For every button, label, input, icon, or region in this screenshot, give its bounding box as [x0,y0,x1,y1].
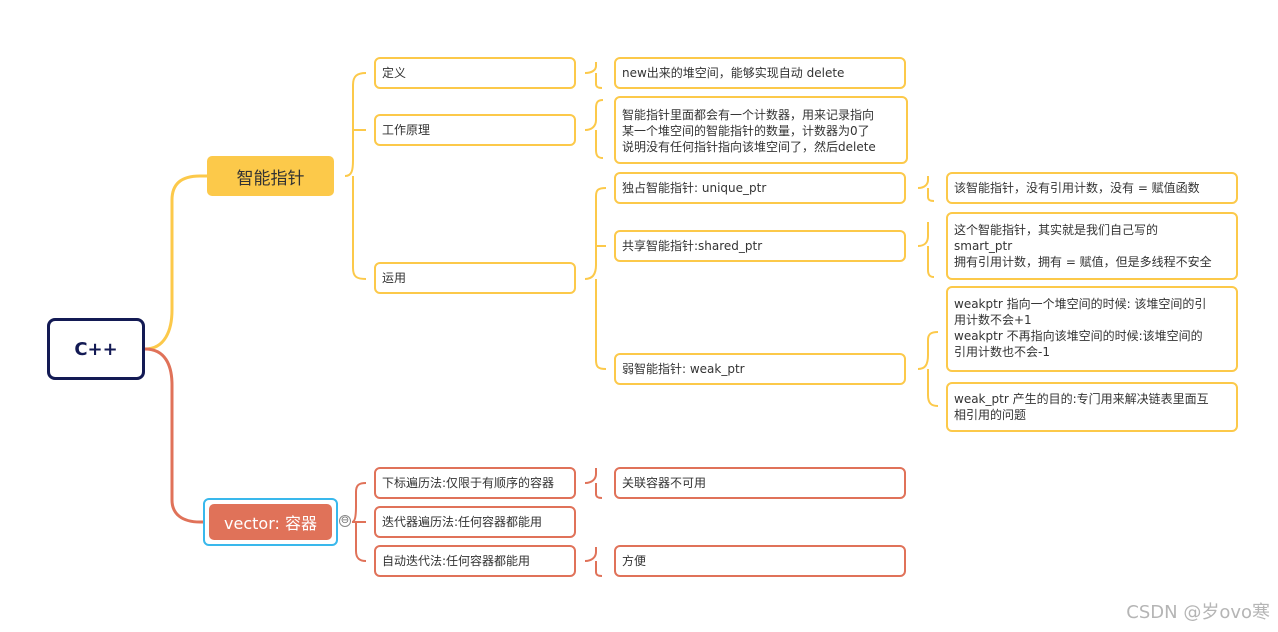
node-principle-detail[interactable]: 智能指针里面都会有一个计数器，用来记录指向 某一个堆空间的智能指针的数量，计数器… [614,96,908,164]
node-usage[interactable]: 运用 [374,262,576,294]
node-auto-iteration-detail-text: 方便 [622,554,647,568]
collapse-toggle-icon[interactable]: ⊖ [339,515,351,527]
node-index-traversal[interactable]: 下标遍历法:仅限于有顺序的容器 [374,467,576,499]
node-definition-label: 定义 [382,66,407,80]
connector-root-smart [144,174,207,351]
branch-smart-label: 智能指针 [236,168,305,189]
node-weak-ptr[interactable]: 弱智能指针: weak_ptr [614,353,906,385]
node-auto-iteration[interactable]: 自动迭代法:任何容器都能用 [374,545,576,577]
branch-vector[interactable]: vector: 容器 [209,504,332,540]
node-principle-label: 工作原理 [382,123,431,137]
node-iterator-traversal-label: 迭代器遍历法:任何容器都能用 [382,515,543,529]
node-iterator-traversal[interactable]: 迭代器遍历法:任何容器都能用 [374,506,576,538]
node-weak-ptr-detail-1-text: weakptr 指向一个堆空间的时候: 该堆空间的引 用计数不会+1 weakp… [954,297,1207,359]
branch-vector-selected[interactable]: vector: 容器 [203,498,338,546]
node-index-traversal-label: 下标遍历法:仅限于有顺序的容器 [382,476,555,490]
node-index-traversal-detail[interactable]: 关联容器不可用 [614,467,906,499]
node-definition-detail-text: new出来的堆空间，能够实现自动 delete [622,66,845,80]
node-principle[interactable]: 工作原理 [374,114,576,146]
node-weak-ptr-label: 弱智能指针: weak_ptr [622,362,745,376]
root-label: C++ [74,338,118,360]
node-unique-ptr-label: 独占智能指针: unique_ptr [622,181,767,195]
node-auto-iteration-detail[interactable]: 方便 [614,545,906,577]
branch-vector-label: vector: 容器 [224,514,317,533]
node-shared-ptr-label: 共享智能指针:shared_ptr [622,239,763,253]
node-shared-ptr-detail[interactable]: 这个智能指针，其实就是我们自己写的 smart_ptr 拥有引用计数，拥有 = … [946,212,1238,280]
node-principle-detail-text: 智能指针里面都会有一个计数器，用来记录指向 某一个堆空间的智能指针的数量，计数器… [622,108,876,154]
node-shared-ptr[interactable]: 共享智能指针:shared_ptr [614,230,906,262]
root-node[interactable]: C++ [47,318,145,380]
node-unique-ptr-detail-text: 该智能指针，没有引用计数，没有 = 赋值函数 [954,181,1200,195]
node-auto-iteration-label: 自动迭代法:任何容器都能用 [382,554,531,568]
branch-smart-pointer[interactable]: 智能指针 [207,156,334,196]
node-weak-ptr-detail-1[interactable]: weakptr 指向一个堆空间的时候: 该堆空间的引 用计数不会+1 weakp… [946,286,1238,372]
node-index-traversal-detail-text: 关联容器不可用 [622,476,707,490]
node-unique-ptr-detail[interactable]: 该智能指针，没有引用计数，没有 = 赋值函数 [946,172,1238,204]
connector-root-vector [144,347,203,524]
node-definition[interactable]: 定义 [374,57,576,89]
node-unique-ptr[interactable]: 独占智能指针: unique_ptr [614,172,906,204]
node-shared-ptr-detail-text: 这个智能指针，其实就是我们自己写的 smart_ptr 拥有引用计数，拥有 = … [954,223,1212,269]
node-usage-label: 运用 [382,271,407,285]
watermark: CSDN @岁ovo寒 [1126,602,1270,623]
node-weak-ptr-detail-2[interactable]: weak_ptr 产生的目的:专门用来解决链表里面互 相引用的问题 [946,382,1238,432]
node-definition-detail[interactable]: new出来的堆空间，能够实现自动 delete [614,57,906,89]
bracket-smart [344,72,367,280]
node-weak-ptr-detail-2-text: weak_ptr 产生的目的:专门用来解决链表里面互 相引用的问题 [954,392,1209,422]
